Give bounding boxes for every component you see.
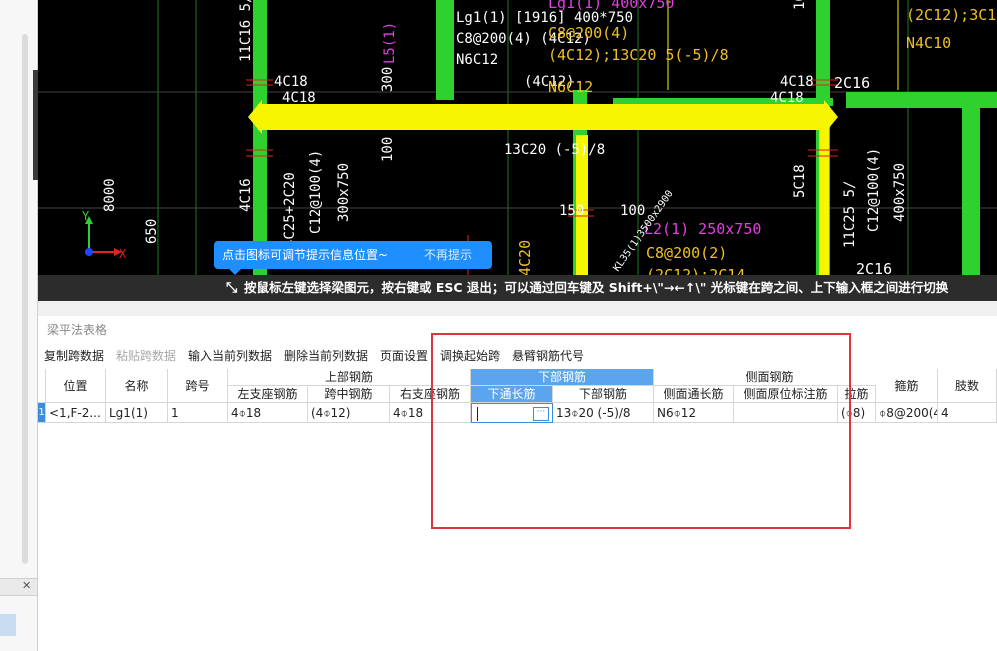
delete-column-button[interactable]: 删除当前列数据 xyxy=(284,347,368,364)
lower-annotation: C8@200(2) xyxy=(646,244,727,262)
cell-right-support[interactable]: 4⌽18 xyxy=(390,403,471,423)
cell-position[interactable]: <1,F-2... xyxy=(46,403,106,423)
input-column-button[interactable]: 输入当前列数据 xyxy=(188,347,272,364)
corner-cell xyxy=(38,369,46,403)
left-dock-panel: ✕ xyxy=(0,0,39,651)
bottom-through-input[interactable]: ··· xyxy=(471,403,553,423)
mag-annotation: N4C10 xyxy=(906,34,951,52)
right-annotation: 11C25 5/ xyxy=(842,181,858,248)
header-bottom-rebar-group: 下部钢筋 xyxy=(471,369,654,386)
move-cursor-icon[interactable]: ⤡ xyxy=(226,275,237,301)
header-bottom-bars[interactable]: 下部钢筋 xyxy=(553,386,654,403)
right-annotation: 5C18 xyxy=(792,164,808,198)
beam-table-panel: 梁平法表格 复制跨数据 粘贴跨数据 输入当前列数据 删除当前列数据 页面设置 调… xyxy=(38,316,997,651)
tooltip-pointer xyxy=(228,268,242,275)
right-annotation: 400x750 xyxy=(892,163,908,222)
left-annotation: 4C18 xyxy=(282,90,316,106)
dismiss-hint-link[interactable]: 不再提示 xyxy=(424,241,472,269)
header-span-no[interactable]: 跨号 xyxy=(168,369,228,403)
dim-8000: 8000 xyxy=(102,178,118,212)
header-right-support[interactable]: 右支座钢筋 xyxy=(390,386,471,403)
mag-annotation: Lg1(1) 400x750 xyxy=(548,0,674,12)
cell-side-through[interactable]: N6⌽12 xyxy=(654,403,734,423)
cell-name[interactable]: Lg1(1) xyxy=(106,403,168,423)
axis-x-label: X xyxy=(119,247,127,261)
mag-annotation: (2C12);3C18 xyxy=(906,6,997,24)
cell-limbs[interactable]: 4 xyxy=(938,403,997,423)
status-hint-bar: ⤡ 按鼠标左键选择梁图元，按右键或 ESC 退出；可以通过回车键及 Shift+… xyxy=(38,275,997,301)
left-annotation: 11C16 5/ xyxy=(238,0,254,62)
dim-10: 10 xyxy=(792,0,808,10)
cell-mid-span[interactable]: (4⌽12) xyxy=(308,403,390,423)
cell-side-original[interactable] xyxy=(734,403,838,423)
mag-annotation: (4C12);13C20 5(-5)/8 xyxy=(548,46,729,64)
left-panel-selected-item[interactable] xyxy=(0,614,16,636)
header-mid-span[interactable]: 跨中钢筋 xyxy=(308,386,390,403)
cantilever-code-button[interactable]: 悬臂钢筋代号 xyxy=(512,347,584,364)
text-caret xyxy=(477,407,478,421)
dim-650: 650 xyxy=(144,219,160,244)
right-annotation: C12@100(4) xyxy=(866,148,882,232)
beam-annotation: 13C20 (-5)/8 xyxy=(504,142,605,158)
cell-bottom-bars[interactable]: 13⌽20 (-5)/8 xyxy=(553,403,654,423)
panel-title: 梁平法表格 xyxy=(47,323,108,337)
header-top-rebar-group: 上部钢筋 xyxy=(228,369,471,386)
cell-stirrup[interactable]: ⌽8@200(4) xyxy=(876,403,938,423)
header-tie-bar[interactable]: 拉筋 xyxy=(838,386,876,403)
cell-tie-bar[interactable]: (⌽8) xyxy=(838,403,876,423)
paste-span-button[interactable]: 粘贴跨数据 xyxy=(116,347,176,364)
header-position[interactable]: 位置 xyxy=(46,369,106,403)
cell-span-no[interactable]: 1 xyxy=(168,403,228,423)
right-annotation: 4C20 xyxy=(516,240,534,276)
header-side-rebar-group: 侧面钢筋 xyxy=(654,369,886,386)
dim-100b: 100 xyxy=(620,203,645,219)
row-index[interactable]: 1 xyxy=(38,403,46,423)
table-toolbar: 复制跨数据 粘贴跨数据 输入当前列数据 删除当前列数据 页面设置 调换起始跨 悬… xyxy=(38,343,997,367)
left-panel-scrollbar[interactable] xyxy=(22,34,28,564)
right-annotation: 4C18 xyxy=(780,74,814,90)
left-panel-splitter[interactable] xyxy=(0,578,37,596)
copy-span-button[interactable]: 复制跨数据 xyxy=(44,347,104,364)
header-name[interactable]: 名称 xyxy=(106,369,168,403)
left-annotation: 4C16 xyxy=(238,178,254,212)
left-annotation: C12@100(4) xyxy=(308,150,324,234)
right-annotation: 2C16 xyxy=(834,74,870,92)
cell-left-support[interactable]: 4⌽18 xyxy=(228,403,308,423)
page-setup-button[interactable]: 页面设置 xyxy=(380,347,428,364)
left-annotation: 300x750 xyxy=(336,163,352,222)
header-side-original[interactable]: 侧面原位标注筋 xyxy=(734,386,838,403)
right-annotation: 4C18 xyxy=(770,90,804,106)
status-text: 按鼠标左键选择梁图元，按右键或 ESC 退出；可以通过回车键及 Shift+\"… xyxy=(244,280,949,295)
left-annotation: 4C25+2C20 xyxy=(282,172,298,248)
ellipsis-button[interactable]: ··· xyxy=(533,407,549,421)
beam-l5-label: L5(1) xyxy=(382,22,398,64)
header-left-support[interactable]: 左支座钢筋 xyxy=(228,386,308,403)
header-limbs[interactable]: 肢数 xyxy=(938,369,997,403)
swap-start-span-button[interactable]: 调换起始跨 xyxy=(440,347,500,364)
dim-150: 150 xyxy=(559,203,584,219)
cad-drawing: Y X Lg1(1) [1916] 400*750 C8@200(4) (4C1… xyxy=(38,0,997,284)
cad-drawing-canvas[interactable]: Y X Lg1(1) [1916] 400*750 C8@200(4) (4C1… xyxy=(38,0,997,300)
mag-annotation: N6C12 xyxy=(548,78,593,96)
lower-annotation: L2(1) 250x750 xyxy=(644,220,761,238)
header-bottom-through[interactable]: 下通长筋 xyxy=(471,386,553,403)
hint-message: 点击图标可调节提示信息位置~ xyxy=(222,248,389,262)
header-side-through[interactable]: 侧面通长筋 xyxy=(654,386,734,403)
header-stirrup[interactable]: 箍筋 xyxy=(876,369,938,403)
dim-100: 100 xyxy=(380,137,396,162)
beam-annotation: N6C12 xyxy=(456,52,498,68)
dim-300: 300 xyxy=(380,67,396,92)
mag-annotation: C8@200(4) xyxy=(548,24,629,42)
hint-tooltip[interactable]: 点击图标可调节提示信息位置~ 不再提示 xyxy=(214,241,492,275)
close-icon[interactable]: ✕ xyxy=(22,579,31,592)
axis-y-label: Y xyxy=(82,209,90,223)
left-annotation: 4C18 xyxy=(274,74,308,90)
